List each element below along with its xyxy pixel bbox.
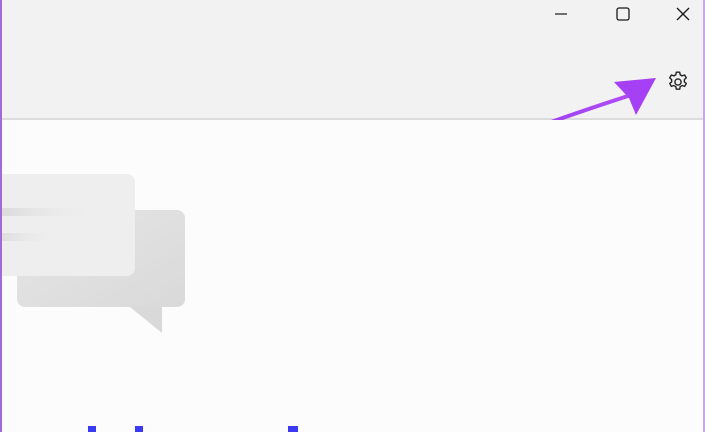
minimize-icon bbox=[555, 13, 567, 15]
app-window bbox=[0, 0, 705, 432]
partial-text-fragment bbox=[288, 426, 298, 432]
settings-button[interactable] bbox=[660, 64, 696, 100]
gear-icon bbox=[669, 71, 687, 90]
partial-text-fragment bbox=[135, 426, 143, 432]
main-content bbox=[0, 120, 705, 432]
window-border-left bbox=[0, 0, 2, 432]
maximize-icon bbox=[616, 7, 630, 21]
close-icon bbox=[676, 7, 690, 21]
chat-bubbles-illustration bbox=[0, 174, 185, 333]
maximize-button[interactable] bbox=[600, 0, 646, 28]
close-button[interactable] bbox=[660, 0, 705, 28]
minimize-button[interactable] bbox=[538, 0, 584, 28]
partial-text-fragment bbox=[88, 426, 96, 432]
title-bar bbox=[0, 0, 705, 120]
